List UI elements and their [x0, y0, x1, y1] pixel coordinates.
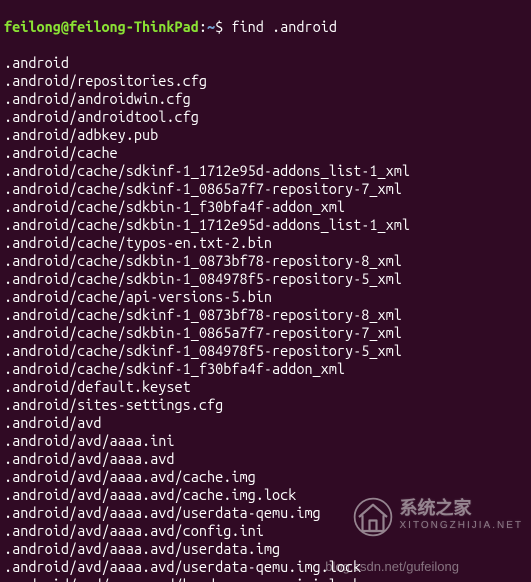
output-line: .android/avd/aaaa.avd [4, 450, 527, 468]
output-line: .android/cache/sdkbin-1_0865a7f7-reposit… [4, 324, 527, 342]
output-line: .android/repositories.cfg [4, 72, 527, 90]
output-line: .android [4, 54, 527, 72]
output-line: .android/cache/sdkbin-1_084978f5-reposit… [4, 270, 527, 288]
output-line: .android/cache/sdkinf-1_f30bfa4f-addon_x… [4, 360, 527, 378]
output-line: .android/cache/api-versions-5.bin [4, 288, 527, 306]
prompt-line: feilong@feilong-ThinkPad:~$ find .androi… [4, 18, 527, 36]
output-line: .android/avd/aaaa.avd/userdata-qemu.img [4, 504, 527, 522]
prompt-user: feilong@feilong-ThinkPad [4, 18, 199, 35]
output-line: .android/cache/sdkbin-1_f30bfa4f-addon_x… [4, 198, 527, 216]
prompt-path: ~ [207, 18, 215, 35]
output-line: .android/cache/sdkinf-1_1712e95d-addons_… [4, 162, 527, 180]
output-line: .android/cache/sdkinf-1_0873bf78-reposit… [4, 306, 527, 324]
output-line: .android/avd/aaaa.avd/config.ini [4, 522, 527, 540]
output-line: .android/cache/sdkbin-1_1712e95d-addons_… [4, 216, 527, 234]
output-line: .android/cache [4, 144, 527, 162]
output-line: .android/sites-settings.cfg [4, 396, 527, 414]
output-line: .android/cache/sdkinf-1_0865a7f7-reposit… [4, 180, 527, 198]
output-line: .android/avd/aaaa.ini [4, 432, 527, 450]
output-line: .android/avd/aaaa.avd/userdata-qemu.img.… [4, 558, 527, 576]
output-line: .android/cache/sdkinf-1_084978f5-reposit… [4, 342, 527, 360]
output-line: .android/avd [4, 414, 527, 432]
output-line: .android/avd/aaaa.avd/hardware-qemu.ini.… [4, 576, 527, 582]
output-line: .android/avd/aaaa.avd/cache.img [4, 468, 527, 486]
terminal-output[interactable]: feilong@feilong-ThinkPad:~$ find .androi… [0, 0, 531, 582]
output-line: .android/avd/aaaa.avd/userdata.img [4, 540, 527, 558]
prompt-dollar: $ [215, 18, 231, 35]
output-line: .android/cache/sdkbin-1_0873bf78-reposit… [4, 252, 527, 270]
output-lines: .android.android/repositories.cfg.androi… [4, 54, 527, 582]
output-line: .android/adbkey.pub [4, 126, 527, 144]
output-line: .android/cache/typos-en.txt-2.bin [4, 234, 527, 252]
output-line: .android/androidwin.cfg [4, 90, 527, 108]
command-text: find .android [231, 18, 337, 35]
output-line: .android/androidtool.cfg [4, 108, 527, 126]
output-line: .android/avd/aaaa.avd/cache.img.lock [4, 486, 527, 504]
output-line: .android/default.keyset [4, 378, 527, 396]
prompt-sep-colon: : [199, 18, 207, 35]
